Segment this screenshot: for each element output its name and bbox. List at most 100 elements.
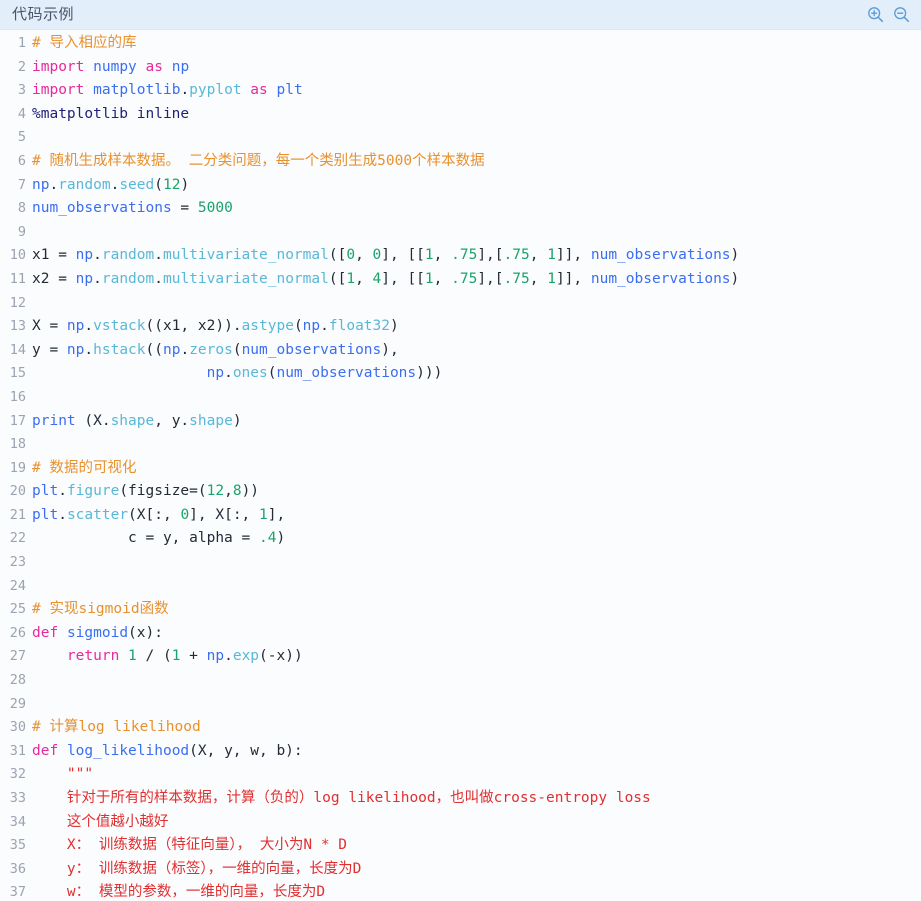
line-number: 31: [0, 740, 32, 764]
line-number: 17: [0, 410, 32, 434]
token-pln: .: [180, 342, 189, 358]
code-line: 1# 导入相应的库: [0, 32, 921, 56]
token-nam: num_observations: [591, 247, 731, 263]
token-nam: num_observations: [276, 365, 416, 381]
code-line: 30# 计算log likelihood: [0, 716, 921, 740]
line-content: return 1 / (1 + np.exp(-x)): [32, 645, 303, 669]
token-kw: def: [32, 743, 58, 759]
token-pln: (: [154, 177, 163, 193]
token-pln: .: [320, 318, 329, 334]
line-content: y： 训练数据（标签），一维的向量，长度为D: [32, 858, 361, 882]
code-line: 14y = np.hstack((np.zeros(num_observatio…: [0, 339, 921, 363]
token-com: # 实现sigmoid函数: [32, 601, 169, 617]
line-content: num_observations = 5000: [32, 197, 233, 221]
code-line: 28: [0, 669, 921, 693]
line-content: # 随机生成样本数据。 二分类问题，每一个类别生成5000个样本数据: [32, 150, 485, 174]
token-pln: ,: [530, 247, 547, 263]
line-number: 32: [0, 763, 32, 787]
line-number: 2: [0, 56, 32, 80]
line-content: def sigmoid(x):: [32, 622, 163, 646]
token-attr: float32: [329, 318, 390, 334]
token-num: 0: [180, 507, 189, 523]
token-attr: hstack: [93, 342, 145, 358]
line-content: import numpy as np: [32, 56, 189, 80]
token-kw: return: [67, 648, 119, 664]
line-content: plt.scatter(X[:, 0], X[:, 1],: [32, 504, 285, 528]
line-content: # 数据的可视化: [32, 457, 136, 481]
token-pln: .: [154, 247, 163, 263]
line-number: 33: [0, 787, 32, 811]
token-com: # 随机生成样本数据。 二分类问题，每一个类别生成5000个样本数据: [32, 153, 485, 169]
token-pln: +: [180, 648, 206, 664]
code-line: 2import numpy as np: [0, 56, 921, 80]
token-num: 1: [425, 247, 434, 263]
line-number: 35: [0, 834, 32, 858]
token-num: 1: [128, 648, 137, 664]
token-nam: print: [32, 413, 76, 429]
zoom-out-icon[interactable]: [891, 5, 911, 25]
token-pln: ]],: [556, 271, 591, 287]
token-num: 1: [425, 271, 434, 287]
token-str: """: [32, 766, 93, 782]
token-pln: =: [172, 200, 198, 216]
token-nam: np: [67, 318, 84, 334]
line-content: np.ones(num_observations))): [32, 362, 442, 386]
line-content: 这个值越小越好: [32, 811, 168, 835]
token-num: 0: [346, 247, 355, 263]
code-line: 7np.random.seed(12): [0, 174, 921, 198]
token-num: 0: [373, 247, 382, 263]
code-line: 5: [0, 126, 921, 150]
token-pln: )): [242, 483, 259, 499]
line-content: np.random.seed(12): [32, 174, 189, 198]
token-nam: plt: [32, 483, 58, 499]
token-attr: vstack: [93, 318, 145, 334]
line-number: 22: [0, 527, 32, 551]
code-line: 25# 实现sigmoid函数: [0, 598, 921, 622]
line-number: 3: [0, 79, 32, 103]
code-line: 31def log_likelihood(X, y, w, b):: [0, 740, 921, 764]
token-nam: plt: [277, 82, 303, 98]
token-pln: [58, 625, 67, 641]
token-pln: .: [93, 247, 102, 263]
line-content: c = y, alpha = .4): [32, 527, 285, 551]
token-str: X： 训练数据（特征向量）， 大小为N * D: [32, 837, 347, 853]
token-pln: [137, 59, 146, 75]
token-pln: x1 =: [32, 247, 76, 263]
token-pln: (: [294, 318, 303, 334]
line-number: 37: [0, 881, 32, 901]
line-number: 19: [0, 457, 32, 481]
token-pln: [242, 82, 251, 98]
token-pln: ,: [355, 247, 372, 263]
token-pln: ): [731, 271, 740, 287]
token-pln: (X.: [76, 413, 111, 429]
code-viewer[interactable]: 1# 导入相应的库2import numpy as np3import matp…: [0, 30, 921, 901]
token-nam: np: [76, 271, 93, 287]
code-line: 29: [0, 693, 921, 717]
token-pln: ,: [434, 271, 451, 287]
token-pln: (: [233, 342, 242, 358]
token-pln: X =: [32, 318, 67, 334]
token-pln: , y.: [154, 413, 189, 429]
page-title: 代码示例: [12, 7, 74, 22]
line-number: 9: [0, 221, 32, 245]
line-content: def log_likelihood(X, y, w, b):: [32, 740, 303, 764]
token-nam: np: [207, 365, 224, 381]
line-number: 34: [0, 811, 32, 835]
line-number: 11: [0, 268, 32, 292]
line-number: 26: [0, 622, 32, 646]
token-kw: as: [146, 59, 163, 75]
token-nam: np: [67, 342, 84, 358]
token-kw: import: [32, 82, 84, 98]
card-header: 代码示例: [0, 0, 921, 30]
token-num: 5000: [198, 200, 233, 216]
code-line: 11x2 = np.random.multivariate_normal([1,…: [0, 268, 921, 292]
line-content: x2 = np.random.multivariate_normal([1, 4…: [32, 268, 739, 292]
token-nam: plt: [32, 507, 58, 523]
line-number: 10: [0, 244, 32, 268]
zoom-in-icon[interactable]: [865, 5, 885, 25]
token-num: 1: [346, 271, 355, 287]
line-number: 5: [0, 126, 32, 150]
code-line: 6# 随机生成样本数据。 二分类问题，每一个类别生成5000个样本数据: [0, 150, 921, 174]
line-number: 7: [0, 174, 32, 198]
token-nam: num_observations: [32, 200, 172, 216]
